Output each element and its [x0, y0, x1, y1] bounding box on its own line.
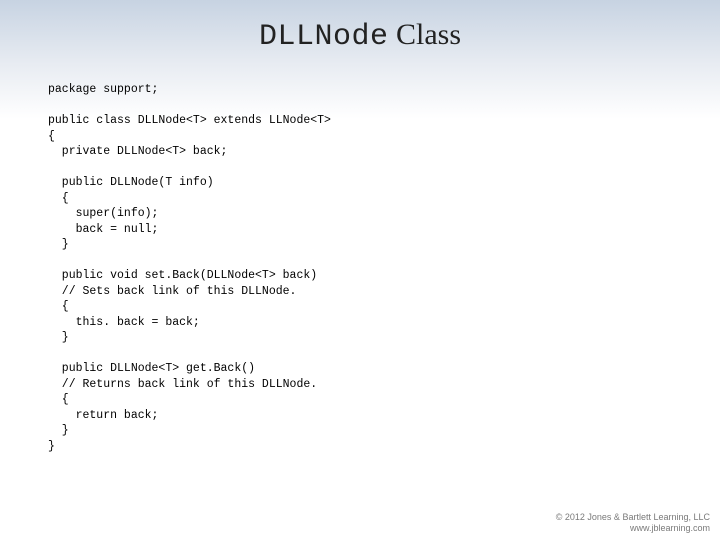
footer-url: www.jblearning.com [556, 523, 710, 534]
footer: © 2012 Jones & Bartlett Learning, LLC ww… [556, 512, 710, 534]
slide-title: DLLNode Class [0, 0, 720, 54]
title-mono: DLLNode [259, 20, 389, 54]
footer-copyright: © 2012 Jones & Bartlett Learning, LLC [556, 512, 710, 523]
title-serif: Class [389, 18, 462, 51]
code-block: package support; public class DLLNode<T>… [0, 54, 720, 454]
